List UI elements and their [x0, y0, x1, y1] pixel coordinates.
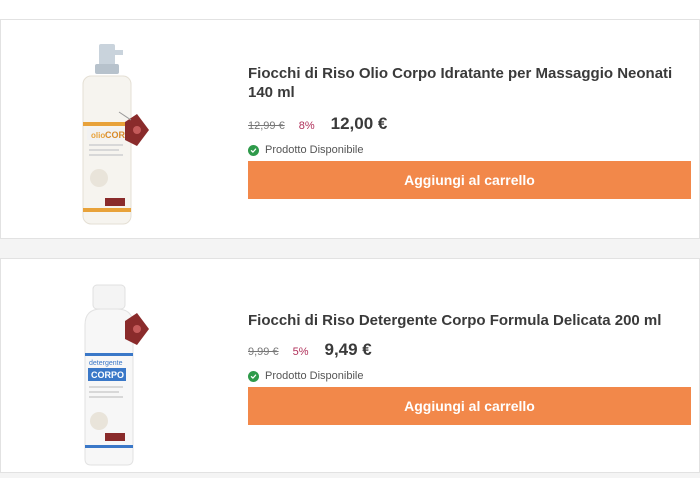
- current-price: 12,00 €: [330, 114, 388, 133]
- product-card: detergente CORPO Fiocchi di Riso Deterge…: [0, 258, 700, 473]
- discount-badge: 8%: [298, 120, 315, 132]
- availability-text: Prodotto Disponibile: [265, 144, 364, 156]
- product-title[interactable]: Fiocchi di Riso Olio Corpo Idratante per…: [248, 64, 689, 102]
- check-circle-icon: [248, 144, 259, 156]
- previous-card-edge: [0, 0, 700, 20]
- old-price: 12,99 €: [248, 120, 285, 132]
- svg-text:olio: olio: [91, 131, 105, 140]
- add-to-cart-button[interactable]: Aggiungi al carrello: [248, 387, 691, 425]
- price-row: 9,99 € 5% 9,49 €: [248, 340, 689, 360]
- product-list: olio CORPO Fiocchi di Riso Olio Corpo Id…: [0, 0, 700, 478]
- add-to-cart-button[interactable]: Aggiungi al carrello: [248, 161, 691, 199]
- product-image[interactable]: detergente CORPO: [41, 269, 181, 469]
- availability-row: Prodotto Disponibile: [248, 369, 689, 383]
- svg-text:detergente: detergente: [89, 360, 123, 367]
- discount-badge: 5%: [292, 346, 309, 358]
- product-info: Fiocchi di Riso Olio Corpo Idratante per…: [248, 64, 691, 199]
- svg-text:CORPO: CORPO: [91, 370, 124, 380]
- current-price: 9,49 €: [324, 340, 372, 359]
- product-title[interactable]: Fiocchi di Riso Detergente Corpo Formula…: [248, 311, 689, 330]
- availability-text: Prodotto Disponibile: [265, 370, 364, 382]
- check-circle-icon: [248, 370, 259, 382]
- product-bottle-spray-icon: olio CORPO: [82, 44, 149, 225]
- price-row: 12,99 € 8% 12,00 €: [248, 114, 689, 134]
- product-image[interactable]: olio CORPO: [41, 30, 181, 230]
- product-card: olio CORPO Fiocchi di Riso Olio Corpo Id…: [0, 19, 700, 239]
- availability-row: Prodotto Disponibile: [248, 143, 689, 157]
- old-price: 9,99 €: [248, 346, 279, 358]
- product-info: Fiocchi di Riso Detergente Corpo Formula…: [248, 311, 691, 425]
- product-bottle-cap-icon: detergente CORPO: [84, 284, 149, 466]
